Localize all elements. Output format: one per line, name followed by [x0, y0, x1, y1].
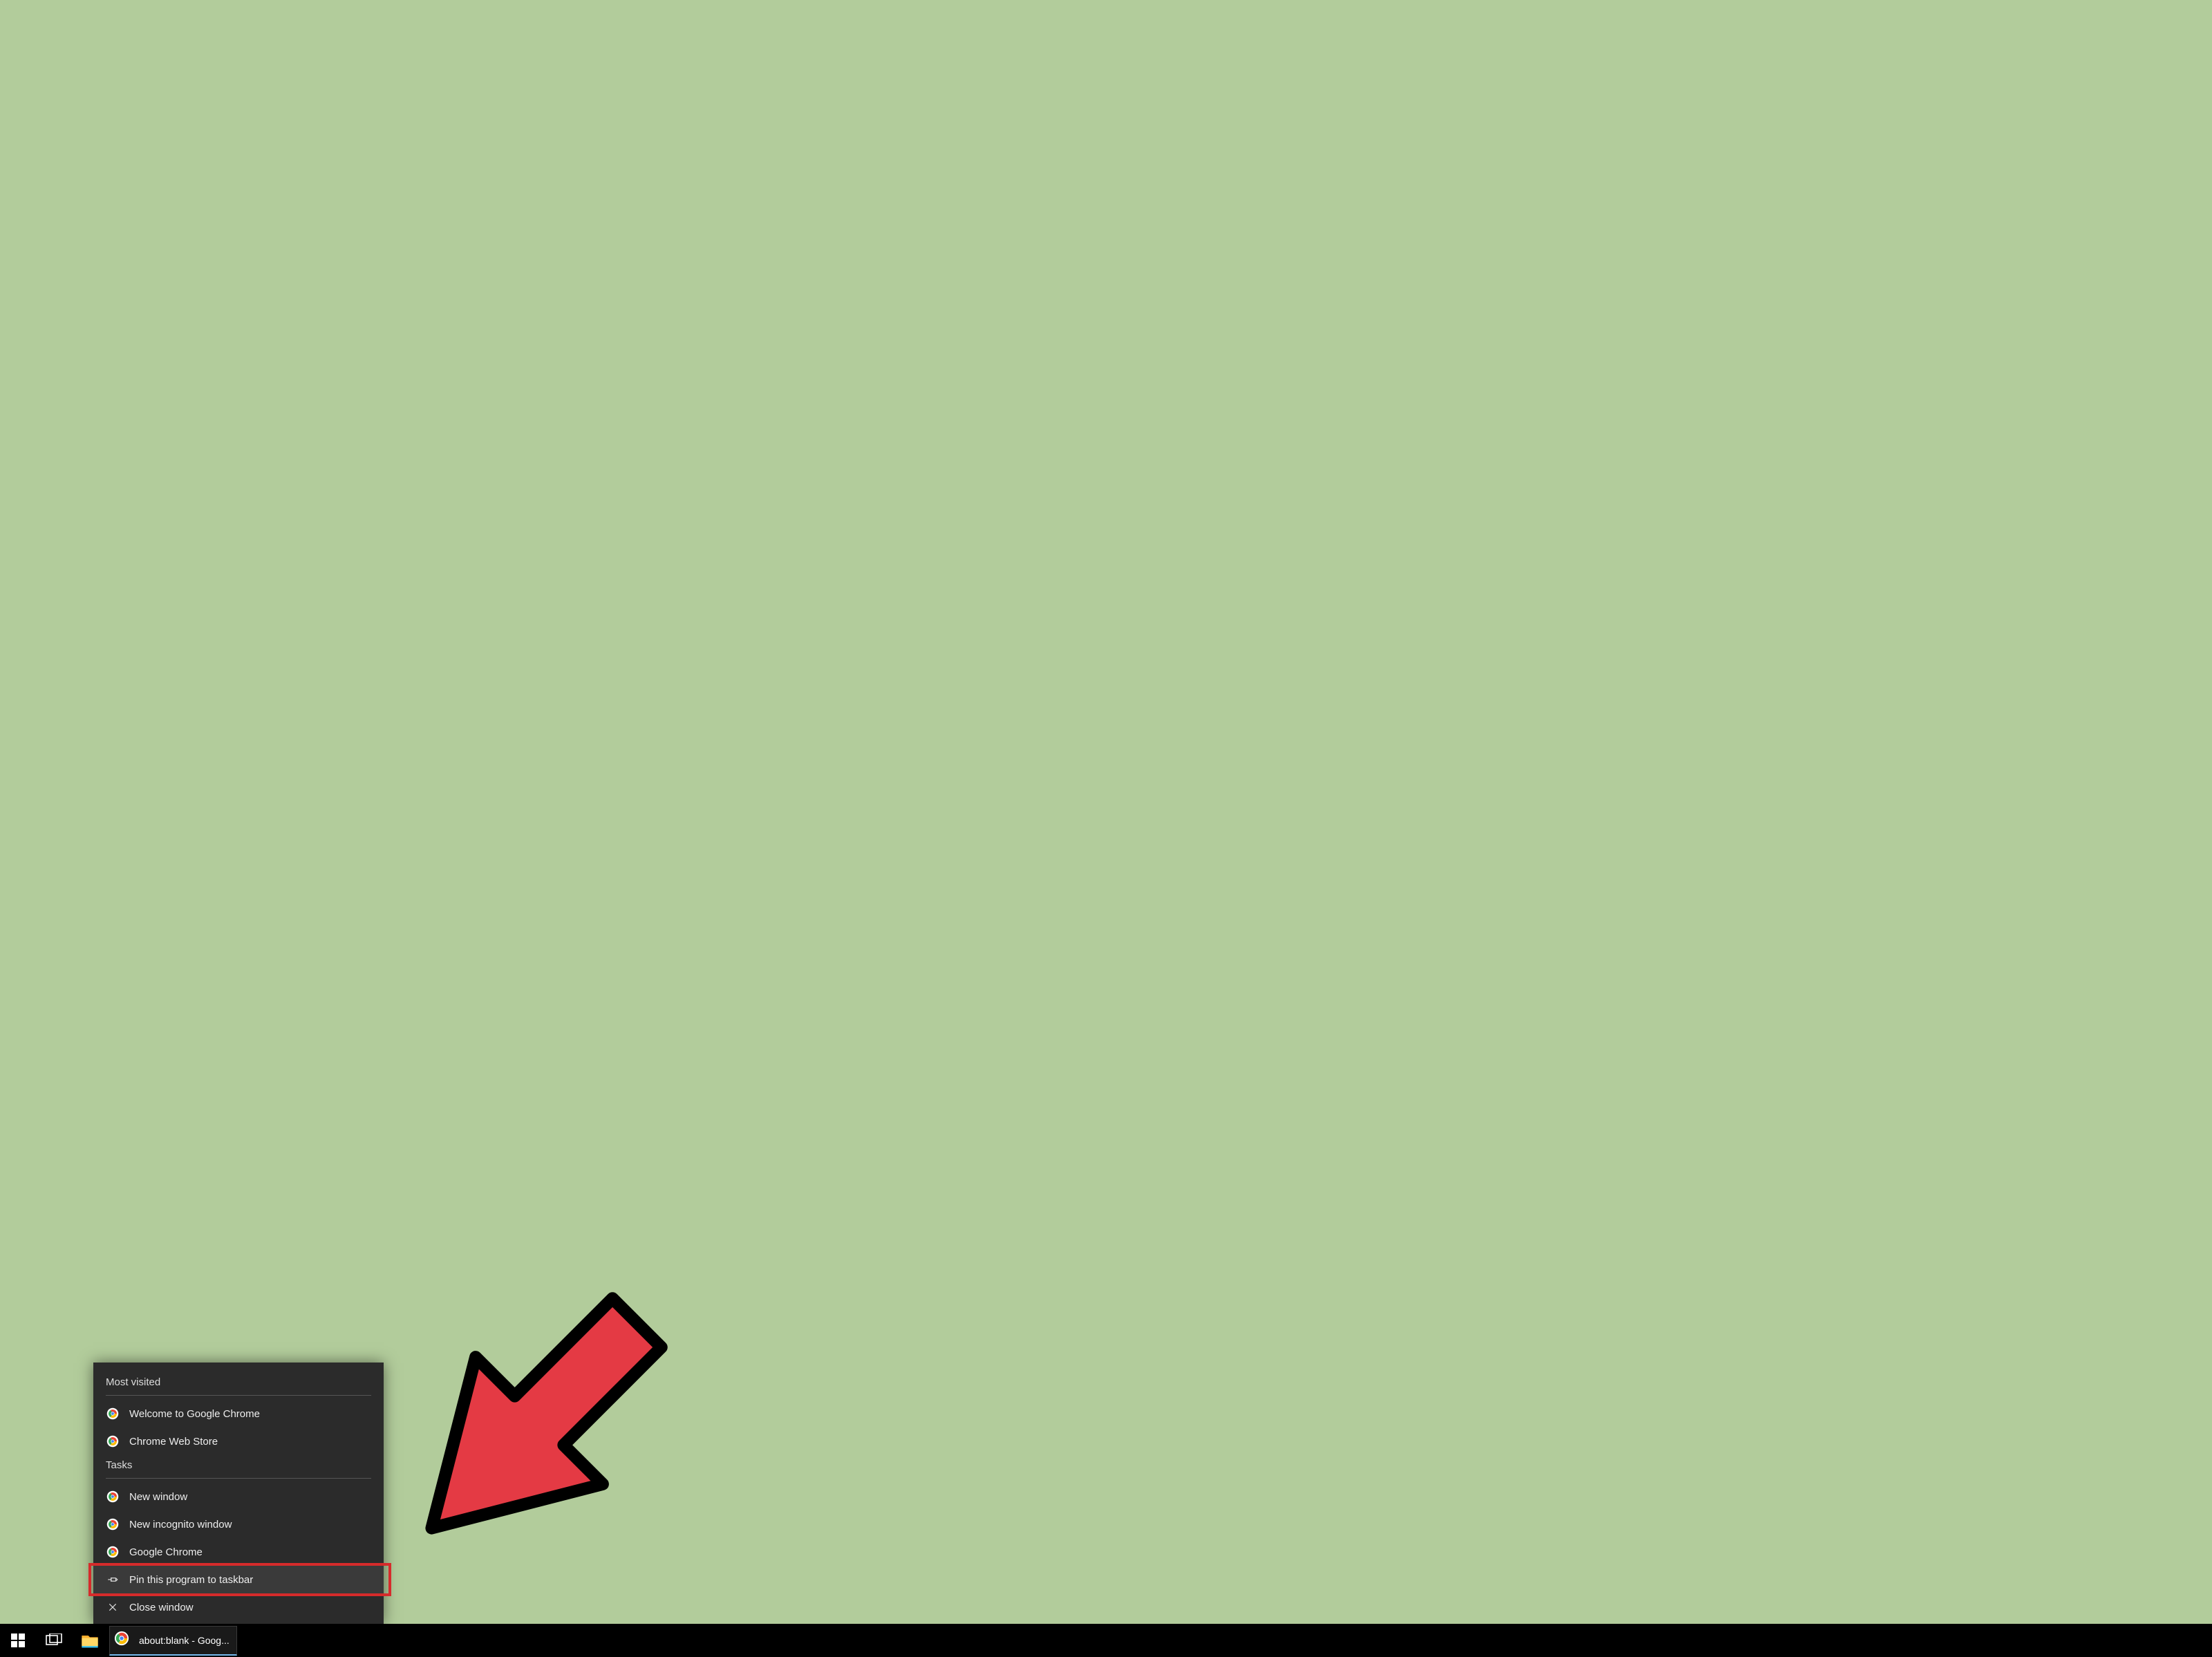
jumplist-item-label: Chrome Web Store	[129, 1436, 218, 1448]
jumplist-item-label: Pin this program to taskbar	[129, 1574, 253, 1586]
taskbar-running-chrome[interactable]: about:blank - Goog...	[109, 1626, 237, 1656]
jumplist-item-label: New window	[129, 1491, 187, 1503]
jumplist-item-close-window[interactable]: Close window	[93, 1593, 384, 1621]
chrome-icon	[114, 1631, 133, 1650]
chrome-icon	[106, 1490, 120, 1504]
task-view-button[interactable]	[36, 1624, 72, 1657]
jumplist-section-tasks: Tasks	[93, 1455, 384, 1478]
jumplist-item-label: Google Chrome	[129, 1546, 203, 1558]
jumplist-item-chrome-web-store[interactable]: Chrome Web Store	[93, 1427, 384, 1455]
chrome-icon	[106, 1545, 120, 1559]
chrome-icon	[106, 1517, 120, 1531]
jumplist-section-most-visited: Most visited	[93, 1372, 384, 1395]
start-button[interactable]	[0, 1624, 36, 1657]
jumplist-item-pin-to-taskbar[interactable]: Pin this program to taskbar	[93, 1566, 384, 1593]
close-icon	[106, 1600, 120, 1614]
pin-icon	[106, 1573, 120, 1586]
jumplist-item-app-google-chrome[interactable]: Google Chrome	[93, 1538, 384, 1566]
taskbar-file-explorer[interactable]	[72, 1624, 108, 1657]
divider	[106, 1395, 371, 1396]
divider	[106, 1478, 371, 1479]
jumplist-item-new-incognito-window[interactable]: New incognito window	[93, 1510, 384, 1538]
jumplist-item-label: Welcome to Google Chrome	[129, 1408, 260, 1420]
taskbar: about:blank - Goog...	[0, 1624, 2212, 1657]
chrome-icon	[106, 1434, 120, 1448]
jumplist-item-welcome-chrome[interactable]: Welcome to Google Chrome	[93, 1400, 384, 1427]
windows-logo-icon	[11, 1633, 25, 1647]
chrome-icon	[106, 1407, 120, 1421]
file-explorer-icon	[80, 1631, 100, 1650]
annotation-pointer-arrow	[359, 1241, 719, 1600]
jumplist-item-new-window[interactable]: New window	[93, 1483, 384, 1510]
jumplist-item-label: New incognito window	[129, 1519, 232, 1530]
jumplist-item-label: Close window	[129, 1602, 194, 1613]
task-view-icon	[46, 1633, 62, 1647]
taskbar-task-label: about:blank - Goog...	[139, 1635, 229, 1646]
taskbar-jumplist: Most visited Welcome to Google Chrome	[93, 1363, 384, 1624]
